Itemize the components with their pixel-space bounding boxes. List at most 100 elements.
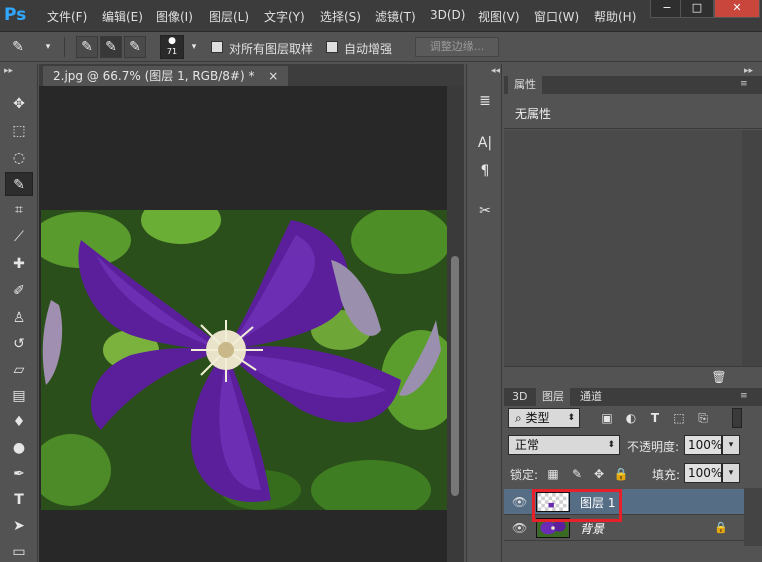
brush-dropdown-icon[interactable]: ▾: [184, 37, 204, 57]
fill-input[interactable]: 100%: [684, 463, 722, 483]
brush-tool-icon[interactable]: ✐: [5, 279, 33, 303]
properties-body: 无属性: [504, 94, 762, 129]
menu-select[interactable]: 选择(S): [320, 8, 361, 25]
add-to-selection-mode-button[interactable]: ✎: [100, 36, 122, 58]
subtract-from-selection-mode-button[interactable]: ✎: [124, 36, 146, 58]
brush-size-picker[interactable]: ● 71: [160, 35, 184, 59]
eye-icon[interactable]: 👁: [512, 521, 527, 535]
tab-3d[interactable]: 3D: [506, 388, 533, 406]
trash-icon[interactable]: 🗑: [710, 368, 728, 386]
fill-label: 填充:: [652, 468, 681, 482]
close-button[interactable]: ✕: [714, 0, 760, 18]
tab-channels[interactable]: 通道: [574, 388, 608, 406]
menu-bar: Ps 文件(F) 编辑(E) 图像(I) 图层(L) 文字(Y) 选择(S) 滤…: [0, 0, 762, 32]
pixel-filter-icon[interactable]: ▣: [598, 409, 616, 427]
filter-toggle[interactable]: [732, 408, 742, 428]
history-panel-icon[interactable]: ≣: [474, 90, 496, 112]
menu-filter[interactable]: 滤镜(T): [375, 8, 416, 25]
properties-scrollbar[interactable]: [742, 130, 762, 366]
tab-layers[interactable]: 图层: [536, 388, 570, 406]
document-tab-close-icon[interactable]: ×: [268, 69, 278, 83]
auto-enhance-label: 自动增强: [344, 42, 393, 56]
tools-panel: ▸▸ ✥ ⬚ ◌ ✎ ⌗ ⟋ ✚ ✐ ♙ ↺ ▱ ▤ ♦ ● ✒ T ➤ ▭: [0, 64, 38, 562]
layers-scrollbar[interactable]: [744, 488, 762, 546]
auto-enhance-checkbox[interactable]: [326, 41, 338, 53]
menu-file[interactable]: 文件(F): [47, 8, 87, 25]
maximize-button[interactable]: □: [680, 0, 714, 18]
eyedropper-tool-icon[interactable]: ⟋: [5, 225, 33, 249]
type-filter-icon[interactable]: T: [646, 409, 664, 427]
canvas-vertical-scrollbar[interactable]: [447, 86, 464, 562]
rectangle-tool-icon[interactable]: ▭: [5, 540, 33, 562]
tab-properties[interactable]: 属性: [508, 76, 542, 94]
layers-panel: 3D 图层 通道 ≡ ⌕ 类型 ⬍ ▣ ◐ T ⬚ ⎘ 正常 ⬍ 不透明度: 1…: [504, 386, 762, 562]
adjustment-filter-icon[interactable]: ◐: [622, 409, 640, 427]
preset-dropdown-icon[interactable]: ▾: [38, 37, 58, 57]
lasso-tool-icon[interactable]: ◌: [5, 146, 33, 170]
panel-menu-icon[interactable]: ≡: [740, 391, 748, 401]
menu-view[interactable]: 视图(V): [478, 8, 520, 25]
collapse-arrows-icon[interactable]: ▸▸: [4, 66, 13, 76]
menu-help[interactable]: 帮助(H): [594, 8, 636, 25]
eraser-tool-icon[interactable]: ▱: [5, 358, 33, 382]
type-tool-icon[interactable]: T: [5, 488, 33, 512]
refine-edge-button[interactable]: 调整边缘...: [415, 37, 499, 57]
highlight-box: [532, 489, 622, 522]
character-panel-icon[interactable]: A|: [474, 132, 496, 154]
clone-stamp-tool-icon[interactable]: ♙: [5, 306, 33, 330]
blend-mode-dropdown[interactable]: 正常 ⬍: [508, 435, 620, 455]
menu-image[interactable]: 图像(I): [156, 8, 193, 25]
layer-filter-dropdown[interactable]: ⌕ 类型 ⬍: [508, 408, 580, 428]
panel-menu-icon[interactable]: ≡: [740, 79, 748, 89]
smart-object-filter-icon[interactable]: ⎘: [694, 409, 712, 427]
menu-edit[interactable]: 编辑(E): [102, 8, 143, 25]
lock-all-icon[interactable]: 🔒: [612, 465, 630, 483]
menu-3d[interactable]: 3D(D): [430, 8, 465, 22]
marquee-tool-icon[interactable]: ⬚: [5, 119, 33, 143]
brush-icon: ✎: [81, 39, 93, 55]
new-selection-mode-button[interactable]: ✎: [76, 36, 98, 58]
shape-filter-icon[interactable]: ⬚: [670, 409, 688, 427]
menu-window[interactable]: 窗口(W): [534, 8, 579, 25]
move-tool-icon[interactable]: ✥: [5, 92, 33, 116]
document-tab[interactable]: 2.jpg @ 66.7% (图层 1, RGB/8#) * ×: [43, 66, 289, 86]
pen-tool-icon[interactable]: ✒: [5, 462, 33, 486]
lock-position-icon[interactable]: ✥: [590, 465, 608, 483]
sample-all-layers-checkbox[interactable]: [211, 41, 223, 53]
collapse-arrows-icon[interactable]: ◂◂: [491, 66, 500, 76]
layer-name[interactable]: 背景: [580, 520, 604, 537]
healing-brush-tool-icon[interactable]: ✚: [5, 252, 33, 276]
quick-selection-tool-icon[interactable]: ✎: [5, 172, 33, 196]
lock-pixels-icon[interactable]: ✎: [568, 465, 586, 483]
brush-size-value: 71: [166, 47, 178, 56]
document-tabbar: 2.jpg @ 66.7% (图层 1, RGB/8#) * ×: [39, 64, 464, 86]
quick-selection-preset-icon[interactable]: ✎: [8, 37, 28, 57]
opacity-input[interactable]: 100%: [684, 435, 722, 455]
tool-presets-panel-icon[interactable]: ✂: [474, 200, 496, 222]
properties-panel: ▸▸ 属性 ≡ 无属性 🗑: [504, 64, 762, 386]
menu-layer[interactable]: 图层(L): [209, 8, 249, 25]
brush-minus-icon: ✎: [129, 39, 141, 55]
minimize-button[interactable]: −: [650, 0, 684, 18]
sample-all-layers-label: 对所有图层取样: [229, 42, 314, 56]
chevron-updown-icon: ⬍: [607, 440, 615, 450]
crop-tool-icon[interactable]: ⌗: [5, 198, 33, 222]
opacity-dropdown-icon[interactable]: ▾: [722, 435, 740, 455]
fill-dropdown-icon[interactable]: ▾: [722, 463, 740, 483]
blend-mode-value: 正常: [515, 438, 540, 452]
lock-transparency-icon[interactable]: ▦: [544, 465, 562, 483]
collapse-arrows-icon[interactable]: ▸▸: [744, 66, 753, 76]
dodge-tool-icon[interactable]: ●: [5, 436, 33, 460]
canvas-scroll-thumb[interactable]: [451, 256, 459, 496]
no-properties-text: 无属性: [515, 107, 552, 121]
eye-icon[interactable]: 👁: [512, 495, 527, 509]
blur-tool-icon[interactable]: ♦: [5, 410, 33, 434]
layer-filter-label: 类型: [525, 411, 550, 425]
path-selection-tool-icon[interactable]: ➤: [5, 514, 33, 538]
gradient-tool-icon[interactable]: ▤: [5, 384, 33, 408]
canvas-area[interactable]: [39, 86, 447, 562]
menu-type[interactable]: 文字(Y): [264, 8, 305, 25]
history-brush-tool-icon[interactable]: ↺: [5, 332, 33, 356]
properties-tabbar: 属性 ≡: [504, 76, 762, 94]
paragraph-panel-icon[interactable]: ¶: [474, 160, 496, 182]
